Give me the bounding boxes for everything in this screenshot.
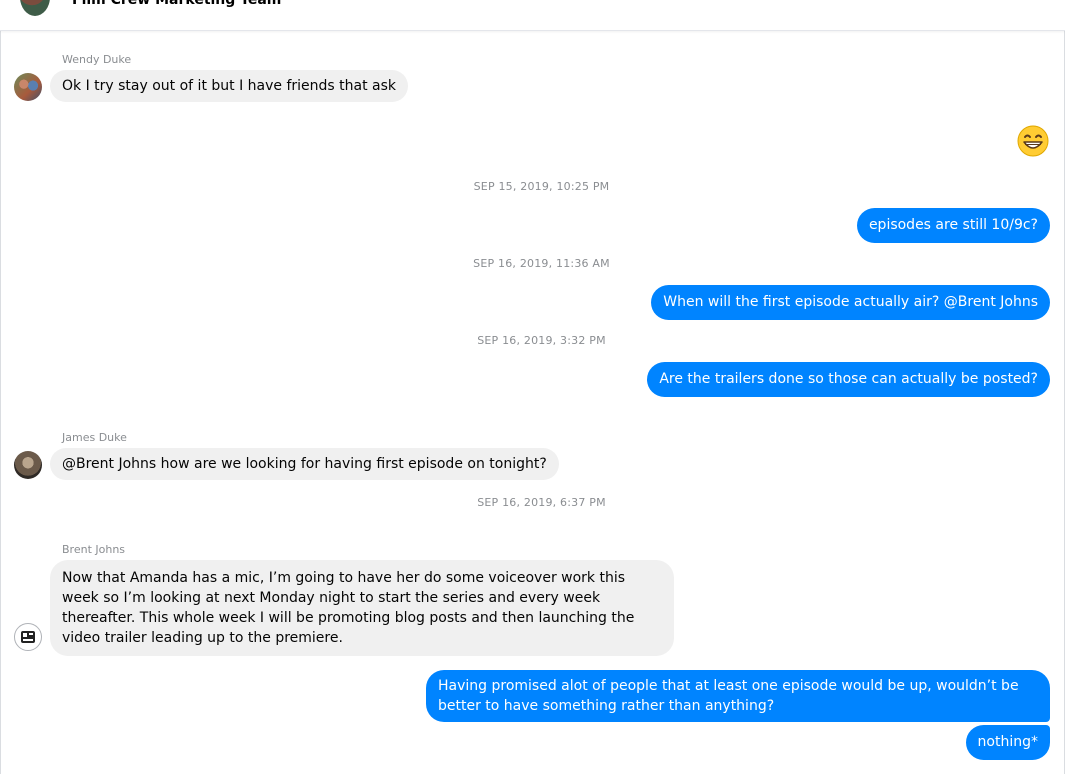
message-timestamp: SEP 15, 2019, 10:25 PM (473, 180, 610, 193)
group-avatar[interactable] (20, 0, 50, 16)
conversation-header: Film Crew Marketing Team (0, 0, 1065, 31)
message-bubble-outgoing[interactable]: Are the trailers done so those can actua… (647, 362, 1050, 397)
divider (0, 30, 1, 774)
grinning-face-icon[interactable] (1017, 125, 1049, 157)
avatar[interactable] (14, 623, 42, 651)
message-bubble-outgoing[interactable]: episodes are still 10/9c? (856, 208, 1050, 243)
conversation-title[interactable]: Film Crew Marketing Team (72, 0, 281, 8)
message-timestamp: SEP 16, 2019, 6:37 PM (477, 496, 606, 509)
message-timestamp: SEP 16, 2019, 11:36 AM (473, 257, 610, 270)
message-timestamp: SEP 16, 2019, 3:32 PM (477, 334, 606, 347)
message-bubble-incoming[interactable]: @Brent Johns how are we looking for havi… (50, 448, 559, 480)
sender-name: James Duke (62, 431, 127, 444)
avatar[interactable] (14, 73, 42, 101)
message-bubble-outgoing[interactable]: nothing* (965, 725, 1050, 760)
message-bubble-outgoing[interactable]: Having promised alot of people that at l… (426, 670, 1050, 722)
sender-name: Wendy Duke (62, 53, 132, 66)
avatar[interactable] (14, 451, 42, 479)
message-bubble-incoming[interactable]: Ok I try stay out of it but I have frien… (50, 70, 409, 102)
chat-window: Film Crew Marketing Team Wendy Duke Ok I… (0, 0, 1065, 774)
message-bubble-outgoing[interactable]: When will the first episode actually air… (651, 285, 1050, 320)
brand-logo-icon (21, 631, 35, 643)
message-bubble-incoming[interactable]: Now that Amanda has a mic, I’m going to … (50, 560, 674, 656)
sender-name: Brent Johns (62, 543, 126, 556)
